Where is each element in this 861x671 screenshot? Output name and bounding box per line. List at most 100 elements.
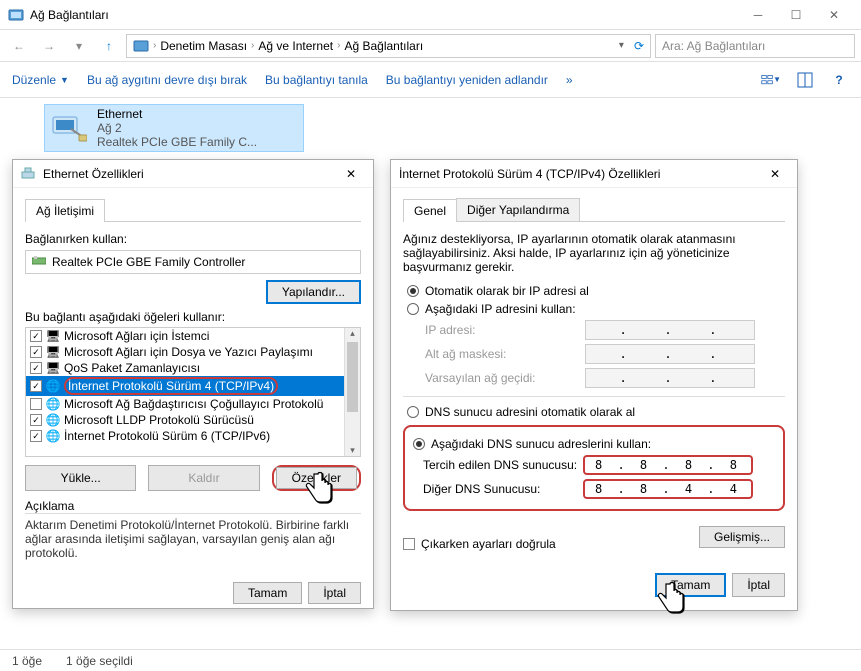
checkbox[interactable]: ✓ [30, 430, 42, 442]
cancel-button[interactable]: İptal [308, 582, 361, 604]
view-options-icon[interactable]: ▼ [761, 70, 781, 90]
refresh-button[interactable]: ⟳ [634, 39, 644, 53]
radio-icon [413, 438, 425, 450]
more-commands[interactable]: » [566, 73, 573, 87]
breadcrumb[interactable]: › Denetim Masası › Ağ ve Internet › Ağ B… [126, 34, 651, 58]
configure-button[interactable]: Yapılandır... [266, 280, 361, 304]
ethernet-icon [49, 108, 89, 148]
breadcrumb-icon [133, 38, 149, 54]
tab-general[interactable]: Genel [403, 199, 457, 222]
dialog-titlebar[interactable]: Ethernet Özellikleri ✕ [13, 160, 373, 188]
command-bar: Düzenle▼ Bu ağ aygıtını devre dışı bırak… [0, 62, 861, 98]
install-button[interactable]: Yükle... [25, 465, 136, 491]
history-dropdown[interactable]: ▾ [66, 34, 92, 58]
window-title: Ağ Bağlantıları [30, 8, 739, 22]
list-item-selected[interactable]: ✓ 🌐 İnternet Protokolü Sürüm 4 (TCP/IPv4… [26, 376, 360, 396]
checkbox[interactable]: ✓ [30, 362, 42, 374]
back-button[interactable]: ← [6, 34, 32, 58]
protocol-icon: 🌐 [46, 429, 60, 443]
list-item[interactable]: ✓ 🖥 Microsoft Ağları için Dosya ve Yazıc… [26, 344, 360, 360]
protocol-icon: 🌐 [46, 413, 60, 427]
alternate-dns-label: Diğer DNS Sunucusu: [423, 482, 583, 496]
preferred-dns-label: Tercih edilen DNS sunucusu: [423, 458, 583, 472]
connect-using-label: Bağlanırken kullan: [25, 232, 361, 246]
subnet-input: . . . [585, 344, 755, 364]
list-item[interactable]: ✓ 🖥 QoS Paket Zamanlayıcısı [26, 360, 360, 376]
properties-button[interactable]: Özellikler [276, 467, 357, 489]
nic-icon [32, 255, 46, 269]
help-icon[interactable]: ? [829, 70, 849, 90]
network-icon [21, 166, 37, 182]
dropdown-chevron-icon[interactable]: ▾ [619, 40, 624, 51]
dialog-close-button[interactable]: ✕ [761, 162, 789, 186]
highlight-ring: İnternet Protokolü Sürüm 4 (TCP/IPv4) [64, 377, 278, 395]
adapter-field: Realtek PCIe GBE Family Controller [25, 250, 361, 274]
validate-checkbox-row[interactable]: Çıkarken ayarları doğrula [403, 537, 556, 551]
checkbox[interactable]: ✓ [30, 414, 42, 426]
search-input[interactable]: Ara: Ağ Bağlantıları [655, 34, 855, 58]
uses-items-label: Bu bağlantı aşağıdaki öğeleri kullanır: [25, 310, 361, 324]
gateway-label: Varsayılan ağ geçidi: [425, 371, 585, 385]
dns-groupbox: Aşağıdaki DNS sunucu adreslerini kullan:… [403, 425, 785, 511]
description-text: Aktarım Denetimi Protokolü/İnternet Prot… [25, 513, 361, 560]
ok-button[interactable]: Tamam [655, 573, 726, 597]
minimize-button[interactable]: ─ [739, 0, 777, 30]
list-item[interactable]: ✓ 🌐 Microsoft Ağ Bağdaştırıcısı Çoğullay… [26, 396, 360, 412]
tab-alternate[interactable]: Diğer Yapılandırma [456, 198, 580, 221]
chevron-right-icon: › [337, 40, 340, 51]
forward-button[interactable]: → [36, 34, 62, 58]
breadcrumb-item[interactable]: Ağ Bağlantıları [344, 39, 423, 53]
radio-icon [407, 406, 419, 418]
uninstall-button[interactable]: Kaldır [148, 465, 259, 491]
advanced-button[interactable]: Gelişmiş... [699, 526, 785, 548]
radio-icon [407, 285, 419, 297]
details-pane-icon[interactable] [795, 70, 815, 90]
gateway-input: . . . [585, 368, 755, 388]
description-heading: Açıklama [25, 499, 361, 513]
alternate-dns-input[interactable]: 8 . 8 . 4 . 4 [583, 479, 753, 499]
dialog-title: İnternet Protokolü Sürüm 4 (TCP/IPv4) Öz… [399, 167, 761, 181]
adapter-device: Realtek PCIe GBE Family C... [97, 135, 257, 149]
service-icon: 🖥 [46, 345, 60, 359]
network-adapter-item[interactable]: Ethernet Ağ 2 Realtek PCIe GBE Family C.… [44, 104, 304, 152]
dialog-close-button[interactable]: ✕ [337, 162, 365, 186]
radio-auto-dns[interactable]: DNS sunucu adresini otomatik olarak al [407, 405, 785, 419]
list-item[interactable]: ✓ 🖥 Microsoft Ağları için İstemci [26, 328, 360, 344]
radio-auto-ip[interactable]: Otomatik olarak bir IP adresi al [407, 284, 785, 298]
radio-static-dns[interactable]: Aşağıdaki DNS sunucu adreslerini kullan: [413, 437, 775, 451]
status-item-count: 1 öğe [12, 654, 42, 668]
window-titlebar: Ağ Bağlantıları ─ ☐ ✕ [0, 0, 861, 30]
breadcrumb-item[interactable]: Denetim Masası [160, 39, 247, 53]
protocol-icon: 🌐 [46, 397, 60, 411]
disable-device-button[interactable]: Bu ağ aygıtını devre dışı bırak [87, 73, 247, 87]
connection-items-list[interactable]: ✓ 🖥 Microsoft Ağları için İstemci ✓ 🖥 Mi… [25, 327, 361, 457]
ethernet-properties-dialog: Ethernet Özellikleri ✕ Ağ İletişimi Bağl… [12, 159, 374, 609]
radio-static-ip[interactable]: Aşağıdaki IP adresini kullan: [407, 302, 785, 316]
checkbox[interactable]: ✓ [30, 380, 42, 392]
checkbox[interactable]: ✓ [30, 346, 42, 358]
checkbox[interactable]: ✓ [30, 398, 42, 410]
list-item[interactable]: ✓ 🌐 Microsoft LLDP Protokolü Sürücüsü [26, 412, 360, 428]
scrollbar[interactable]: ▴ ▾ [344, 328, 360, 456]
cancel-button[interactable]: İptal [732, 573, 785, 597]
checkbox[interactable] [403, 538, 415, 550]
dialog-titlebar[interactable]: İnternet Protokolü Sürüm 4 (TCP/IPv4) Öz… [391, 160, 797, 188]
intro-text: Ağınız destekliyorsa, IP ayarlarının oto… [403, 232, 785, 274]
list-item[interactable]: ✓ 🌐 İnternet Protokolü Sürüm 6 (TCP/IPv6… [26, 428, 360, 444]
chevron-right-icon: › [251, 40, 254, 51]
ok-button[interactable]: Tamam [233, 582, 302, 604]
breadcrumb-item[interactable]: Ağ ve Internet [258, 39, 333, 53]
protocol-icon: 🌐 [46, 379, 60, 393]
radio-icon [407, 303, 419, 315]
tabs: Ağ İletişimi [25, 198, 361, 222]
tab-networking[interactable]: Ağ İletişimi [25, 199, 105, 222]
organize-menu[interactable]: Düzenle▼ [12, 73, 69, 87]
chevron-right-icon: › [153, 40, 156, 51]
preferred-dns-input[interactable]: 8 . 8 . 8 . 8 [583, 455, 753, 475]
maximize-button[interactable]: ☐ [777, 0, 815, 30]
checkbox[interactable]: ✓ [30, 330, 42, 342]
rename-button[interactable]: Bu bağlantıyı yeniden adlandır [386, 73, 548, 87]
diagnose-button[interactable]: Bu bağlantıyı tanıla [265, 73, 368, 87]
up-button[interactable]: ↑ [96, 34, 122, 58]
close-button[interactable]: ✕ [815, 0, 853, 30]
